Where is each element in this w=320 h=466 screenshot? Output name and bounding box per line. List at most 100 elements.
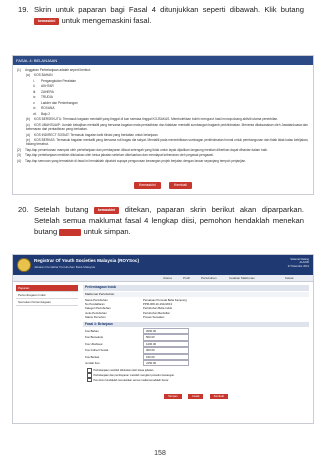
brand-title: Registrar Of Youth Societies Malaysia (R…	[34, 258, 140, 263]
clause-text: Tiap-tiap perumbanan mampak oleh perbela…	[25, 147, 268, 152]
declarations: Perbelanjaan mestilah diluluskan oleh ke…	[83, 368, 309, 383]
row-label: Status Pemohon	[85, 315, 106, 320]
brand-subtitle: Jabatan Pendaftar Pertubuhan Belia Malay…	[34, 265, 96, 269]
clause-number: v.	[33, 100, 36, 105]
fasal-clause: (b) KOS BERSEKUTU: Termasuk bagaian menta…	[17, 117, 309, 121]
menu-pertubuhan[interactable]: Pertubuhan	[201, 275, 217, 281]
kemaskini-button[interactable]: Kemaskini	[133, 182, 161, 189]
kembali-button[interactable]: Kembali	[209, 394, 228, 400]
clause-number: vii.	[33, 111, 37, 116]
fasal-button-bar: Kemaskini Kembali	[13, 173, 313, 191]
declaration-checkbox[interactable]	[87, 377, 92, 383]
clause-text: Ladder dan Penimbangan	[41, 100, 78, 105]
simpan-button[interactable]: Simpan	[164, 394, 182, 400]
row-label: Kos Ubahsuai	[85, 341, 103, 346]
section-title: Perlembagaan Induk	[83, 285, 309, 291]
info-row: Status Pemohon Proses Semakan	[83, 315, 309, 319]
kemaskini-chip: kemaskini	[93, 206, 120, 214]
sidebar-item-perlembagaan-induk[interactable]: Perlembagaan Induk	[16, 292, 78, 299]
fasal-clause: vi. ROXANA	[17, 106, 309, 110]
clause-number: ii.	[33, 84, 36, 89]
step-text: Setelah butang	[34, 205, 89, 214]
clause-number: (a)	[26, 73, 30, 78]
menu-utama[interactable]: Utama	[163, 275, 172, 281]
fasal-clause: (1) Anggaran Perbelanjaan adalah seperti …	[17, 68, 309, 72]
declaration-text: Perbelanjaan dan pembayaran mestilah men…	[93, 373, 175, 377]
kemaskini-chip: kemaskini	[34, 17, 60, 25]
declaration-item: Pemohon hendaklah memastikan semua maklu…	[83, 377, 309, 383]
row-value: Proses Semakan	[143, 315, 165, 320]
step-number: 19.	[18, 5, 29, 14]
fasal-clause: (4) Tiap-tiap semuran yang termaktub di f…	[17, 159, 309, 163]
page-number: 158	[154, 450, 166, 457]
clause-text: Tiap-tiap perbelanjaan mestilah dilulusk…	[25, 153, 214, 158]
fasal-clause: i. Pengangkutan Peralatan	[17, 79, 309, 83]
crest-logo-icon	[17, 258, 31, 272]
form-title: Fasal 4: Belanjaan	[83, 321, 309, 328]
clause-number: vi.	[33, 106, 37, 111]
menu-cetakan[interactable]: Cetakan Makluman	[229, 275, 255, 281]
site-banner: Registrar Of Youth Societies Malaysia (R…	[13, 255, 313, 275]
clause-number: (2)	[17, 147, 21, 152]
menu-keluar[interactable]: Keluar	[285, 275, 294, 281]
step-19: 19. Skrin untuk paparan bagi Fasal 4 dit…	[18, 4, 304, 26]
fasal-clause: iii. ZAHERA	[17, 90, 309, 94]
main-panel: Perlembagaan Induk Maklumat Pertubuhan N…	[83, 285, 309, 402]
clause-text: KOS BERSEKUTU: Termasuk bagaian mentalit…	[34, 117, 279, 122]
cost-input[interactable]: 4150.00	[143, 360, 189, 367]
user-line: 27 Disember 2013	[287, 264, 309, 268]
fasal-clause: (2) Tiap-tiap perumbanan mampak oleh perb…	[17, 148, 309, 152]
clause-text: KOS BERKAS: Termasuk bagaian mentaliti y…	[26, 138, 309, 147]
step-20: 20. Setelah butang kemaskini ditekan, pa…	[18, 204, 304, 237]
clause-number: (1)	[17, 68, 21, 72]
fasal-body: (1) Anggaran Perbelanjaan adalah seperti …	[13, 65, 313, 167]
step-number: 20.	[18, 205, 29, 214]
sidebar-item-semakan[interactable]: Semakan Perlembagaan	[16, 299, 78, 306]
fasal-header: FASAL 4: BELANJAAN	[13, 56, 313, 65]
form-rows: Kos Bahan 2000.00 Kos Bersekutu 500.00 Kos U…	[83, 328, 309, 367]
clause-number: iv.	[33, 95, 36, 100]
fasal-clause: (3) Tiap-tiap perbelanjaan mestilah dilul…	[17, 153, 309, 157]
sidebar-item-paparan[interactable]: Paparan	[16, 285, 78, 292]
subsection-title: Maklumat Pertubuhan	[83, 291, 309, 297]
row-label: Kos Indirect Sosiat	[85, 348, 109, 353]
form-row: Jumlah Kos 4150.00	[83, 360, 309, 367]
clause-text: ROXANA	[41, 106, 55, 111]
clause-number: (b)	[26, 117, 30, 122]
menu-profil[interactable]: Profil	[183, 275, 190, 281]
fasal-clause: vii. Baju 2	[17, 112, 309, 116]
cetak-button[interactable]: Cetak	[188, 394, 204, 400]
row-label: Kos Bersekutu	[85, 335, 104, 340]
clause-number: iii.	[33, 89, 37, 94]
fasal-clause: v. Ladder dan Penimbangan	[17, 101, 309, 105]
step-text: Skrin untuk paparan bagi Fasal 4 ditunju…	[34, 5, 304, 14]
clause-text: KOS BAHAN	[34, 73, 53, 78]
user-info: Selamat Datang ALAZIZI 27 Disember 2013	[288, 258, 309, 268]
top-menu: Utama Profil Pertubuhan Cetakan Makluman…	[13, 275, 313, 282]
clause-text: Tiap-tiap semuran yang termaktub di fasa…	[25, 158, 247, 163]
fasal-clause: (a) KOS BAHAN	[17, 73, 309, 77]
kembali-button[interactable]: Kembali	[169, 182, 192, 189]
fasal-clause: ii. AKHTAR	[17, 84, 309, 88]
row-label: Jumlah Kos	[85, 361, 100, 366]
fasal-4-screenshot: FASAL 4: BELANJAAN (1) Anggaran Perbelanj…	[12, 55, 314, 195]
form-button-bar: Simpan Cetak Kembali	[83, 384, 309, 402]
info-rows: Nama Pertubuhan Persatuan Pemuda Belia Ka…	[83, 298, 309, 320]
clause-number: (3)	[17, 153, 21, 158]
step-text: untuk mengemaskini fasal.	[61, 16, 152, 25]
clause-text: Anggaran Perbelanjaan adalah seperti ber…	[25, 68, 91, 72]
clause-number: i.	[33, 78, 35, 83]
step-text: untuk simpan.	[83, 227, 131, 236]
clause-text: KOS INDIRECT SOSIAT: Termasuk bagaian ta…	[34, 132, 159, 137]
declaration-text: Pemohon hendaklah memastikan semua maklu…	[93, 378, 169, 382]
simpan-chip	[59, 228, 82, 236]
roysoc-screenshot: Registrar Of Youth Societies Malaysia (R…	[12, 254, 314, 424]
fasal-clause: (d) KOS INDIRECT SOSIAT: Termasuk bagaian…	[17, 133, 309, 137]
clause-text: KOS UBAHSUAIP: Jumlah kebajikan mentalit…	[26, 122, 308, 132]
fasal-clause: iv. TRUDIA	[17, 95, 309, 99]
fasal-clause: (e) KOS BERKAS: Termasuk bagaian mentalit…	[17, 138, 309, 147]
clause-text: Pengangkutan Peralatan	[41, 78, 77, 83]
clause-text: AKHTAR	[41, 84, 54, 89]
clause-number: (4)	[17, 158, 21, 163]
clause-text: TRUDIA	[41, 95, 53, 100]
